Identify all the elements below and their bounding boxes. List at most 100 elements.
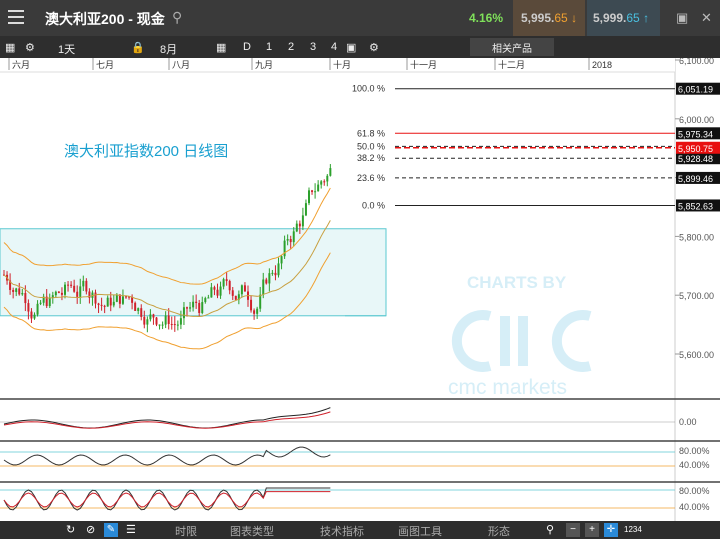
fib-price: 5,975.34 [678, 129, 713, 139]
candle-body [73, 285, 76, 292]
tf-1[interactable]: 1 [266, 41, 272, 53]
rsi-line [3, 446, 331, 466]
candle-body [33, 314, 36, 319]
candle-body [222, 279, 225, 287]
settings-gear-icon[interactable]: ⚙ [369, 41, 379, 54]
candle-body [277, 263, 280, 276]
badge-1234[interactable]: 1234 [624, 525, 642, 534]
zoom-in-button[interactable]: + [585, 523, 599, 537]
sell-price-button[interactable]: 5,995.65 ↓ [513, 0, 585, 36]
hamburger-menu-icon[interactable] [8, 10, 24, 24]
menu-timeframe[interactable]: 时限 [175, 523, 197, 539]
candle-body [265, 279, 268, 284]
period-select[interactable]: 8月 [160, 41, 177, 57]
candle-body [21, 293, 24, 295]
y-tick-label: 6,000.00 [679, 115, 714, 125]
close-icon[interactable]: ✕ [701, 10, 712, 26]
calendar-icon[interactable]: ▦ [216, 41, 226, 54]
chart-title: 澳大利亚指数200 日线图 [64, 143, 228, 160]
candle-body [268, 273, 271, 284]
stoch-tick-low: 40.00% [679, 502, 710, 512]
candle-body [140, 308, 143, 317]
candle-body [323, 181, 326, 183]
candle-body [30, 311, 33, 319]
candle-body [186, 307, 188, 309]
candle-body [326, 175, 329, 182]
zoom-search-icon[interactable]: ⚲ [546, 523, 554, 536]
tf-4[interactable]: 4 [331, 41, 337, 53]
cmc-logo-bar1 [500, 316, 510, 366]
candle-body [253, 310, 256, 314]
menu-indicators[interactable]: 技术指标 [320, 523, 364, 539]
grid-icon[interactable]: ▦ [5, 41, 15, 54]
up-arrow-icon: ↑ [639, 11, 650, 25]
fib-price: 6,051.19 [678, 85, 713, 95]
candle-body [164, 315, 167, 325]
tf-2[interactable]: 2 [288, 41, 294, 53]
fib-label: 50.0 % [357, 141, 385, 151]
candle-body [308, 190, 310, 204]
cmc-logo [451, 310, 592, 372]
rsi-tick-low: 40.00% [679, 460, 710, 470]
candle-body [109, 297, 112, 306]
popout-icon[interactable]: ▣ [676, 10, 688, 26]
candle-body [48, 297, 51, 307]
candle-body [67, 284, 70, 286]
candle-body [198, 302, 201, 314]
candle-body [161, 324, 164, 326]
stoch-d [3, 491, 331, 508]
candle-body [210, 287, 213, 298]
menu-chart-type[interactable]: 图表类型 [230, 523, 274, 539]
candle-body [57, 291, 60, 293]
candle-body [27, 303, 30, 312]
pencil-icon[interactable]: ✎ [104, 523, 118, 537]
current-price: 5,950.75 [678, 144, 713, 154]
menu-patterns[interactable]: 形态 [488, 523, 510, 539]
candle-body [155, 317, 158, 325]
candle-body [280, 256, 283, 264]
month-label: 七月 [96, 60, 114, 70]
tf-d[interactable]: D [243, 41, 251, 53]
stoch-tick-high: 80.00% [679, 486, 710, 496]
candle-body [167, 315, 170, 325]
down-arrow-icon: ↓ [567, 11, 578, 25]
price-chart[interactable]: 六月七月八月九月十月十一月十二月20186,100.006,000.005,90… [0, 58, 720, 521]
candle-body [314, 191, 317, 193]
candle-body [149, 314, 152, 320]
related-products-button[interactable]: 相关产品 [470, 38, 554, 56]
candle-body [182, 307, 185, 319]
candle-body [256, 308, 259, 314]
candle-body [301, 215, 304, 227]
crosshair-icon[interactable]: ✛ [604, 523, 618, 537]
candle-body [176, 324, 179, 326]
cancel-icon[interactable]: ⊘ [86, 523, 95, 536]
y-tick-label: 5,600.00 [679, 350, 714, 360]
refresh-icon[interactable]: ↻ [66, 523, 75, 536]
macd-line [3, 407, 331, 429]
chart-toolbar: ▦ ⚙ 1天 🔒 8月 ▦ D 1 2 3 4 ▣ ⚙ 相关产品 [0, 36, 720, 58]
fib-label: 38.2 % [357, 153, 385, 163]
layers-icon[interactable]: ☰ [126, 523, 136, 536]
search-icon[interactable]: ⚲ [172, 9, 182, 26]
instrument-title[interactable]: 澳大利亚200 - 现金 [45, 9, 165, 29]
candle-body [274, 272, 277, 276]
candle-body [146, 319, 149, 325]
month-label: 十一月 [410, 59, 437, 70]
gear-icon[interactable]: ⚙ [25, 41, 35, 54]
candle-body [317, 184, 320, 192]
buy-price-button[interactable]: 5,999.65 ↑ [587, 0, 660, 36]
candle-body [228, 281, 231, 291]
save-icon[interactable]: ▣ [346, 41, 356, 54]
macd-tick-label: 0.00 [679, 417, 697, 427]
candle-body [54, 291, 57, 296]
candle-body [195, 301, 198, 303]
fib-price: 5,928.48 [678, 154, 713, 164]
interval-select[interactable]: 1天 [58, 41, 75, 57]
candle-body [18, 288, 21, 295]
candle-body [51, 295, 54, 298]
candle-body [137, 308, 140, 311]
lock-icon[interactable]: 🔒 [131, 41, 145, 54]
menu-drawing-tools[interactable]: 画图工具 [398, 523, 442, 539]
tf-3[interactable]: 3 [310, 41, 316, 53]
zoom-out-button[interactable]: − [566, 523, 580, 537]
